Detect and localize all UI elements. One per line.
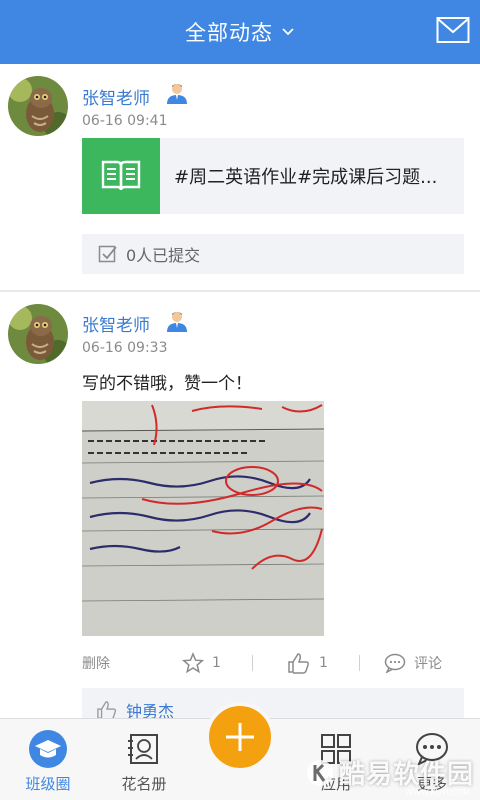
- mail-icon[interactable]: [436, 16, 470, 44]
- site-watermark: 酷易软件园 WWW.KUYI.COM: [305, 754, 474, 797]
- post-text: 写的不错哦，赞一个！: [82, 374, 252, 394]
- comment-label: 评论: [414, 656, 442, 672]
- plus-icon: [226, 723, 254, 751]
- add-post-button[interactable]: [205, 702, 275, 772]
- teacher-badge-icon: [167, 312, 187, 332]
- like-button[interactable]: 1: [287, 652, 359, 674]
- header-title: 全部动态: [185, 21, 273, 45]
- homework-photo[interactable]: [82, 401, 324, 636]
- favorite-button[interactable]: 1: [182, 652, 252, 674]
- feed-filter-dropdown[interactable]: 全部动态: [0, 0, 480, 64]
- thumbs-up-icon: [97, 701, 117, 718]
- thumbs-up-icon: [288, 653, 309, 674]
- tab-class-circle[interactable]: 班级圈: [0, 719, 96, 800]
- tab-roster[interactable]: 花名册: [96, 719, 192, 800]
- watermark-logo-icon: [306, 759, 333, 786]
- avatar[interactable]: [8, 304, 68, 364]
- star-count: 1: [212, 655, 221, 671]
- post-comment-photo: 张智老师 06-16 09:33 写的不错哦，赞一个！ 删除 1 1 评论 钟勇…: [0, 64, 480, 718]
- top-header: 全部动态: [0, 0, 480, 64]
- roster-icon: [124, 729, 164, 769]
- author-name[interactable]: 张智老师: [82, 311, 150, 336]
- handwriting-photo-icon: [82, 401, 324, 636]
- likes-list: 钟勇杰: [82, 688, 464, 718]
- feed-list[interactable]: 张智老师 06-16 09:41 #周二英语作业#完成课后习题... 0人已提交…: [0, 64, 480, 718]
- post-time: 06-16 09:33: [82, 340, 168, 356]
- watermark-url: WWW.KUYI.COM: [405, 788, 470, 797]
- graduation-cap-icon: [28, 729, 68, 769]
- comment-icon: [384, 653, 406, 673]
- action-separator: [359, 655, 360, 671]
- chevron-down-icon: [282, 28, 294, 36]
- action-separator: [252, 655, 253, 671]
- tab-label: 花名册: [121, 775, 167, 793]
- tab-label: 班级圈: [25, 775, 71, 793]
- comment-button[interactable]: 评论: [384, 653, 442, 673]
- like-count: 1: [319, 655, 328, 671]
- watermark-text: 酷易软件园: [338, 760, 474, 790]
- liker-name[interactable]: 钟勇杰: [126, 698, 174, 718]
- star-icon: [182, 652, 204, 674]
- owl-avatar-icon: [8, 304, 68, 364]
- delete-button[interactable]: 删除: [82, 653, 182, 673]
- post-actions: 删除 1 1 评论: [82, 646, 472, 680]
